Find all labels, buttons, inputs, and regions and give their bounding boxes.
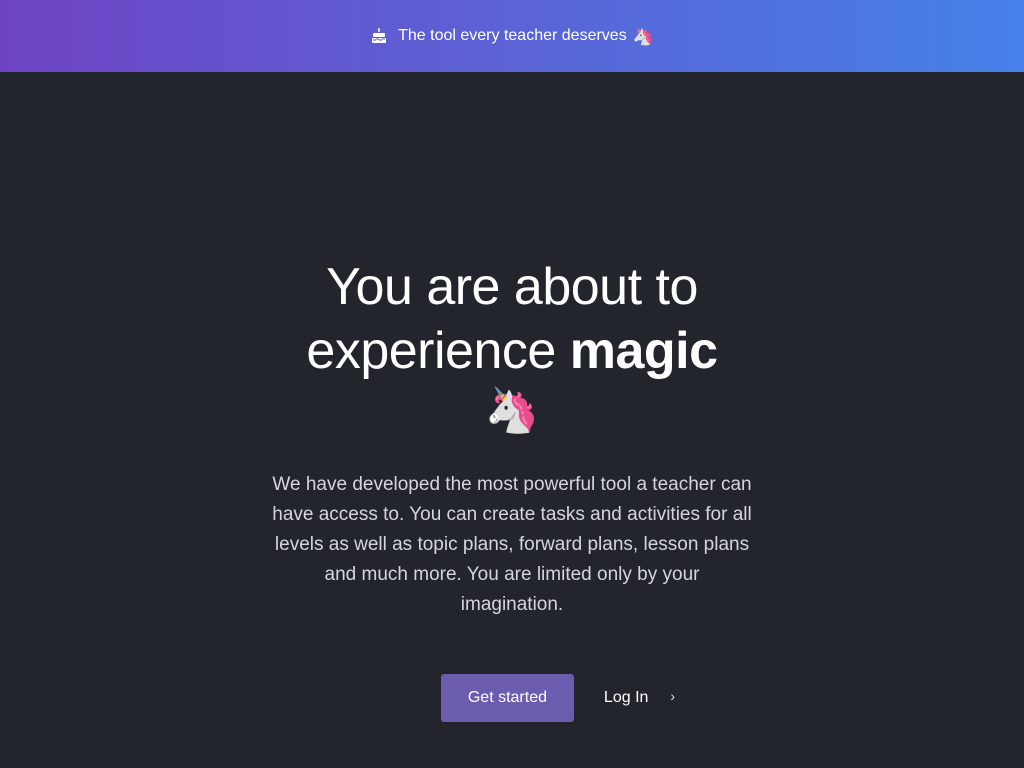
headline-emphasis: magic: [569, 322, 718, 380]
cta-group: Get started Log In ›: [0, 674, 1024, 722]
headline-line-2: experience: [306, 322, 570, 380]
page-title: You are about to experience magic 🦄: [0, 255, 1024, 439]
chevron-right-icon: ›: [670, 688, 676, 704]
unicorn-icon: 🦄: [632, 26, 654, 46]
hero-section: You are about to experience magic 🦄 We h…: [0, 72, 1024, 768]
unicorn-icon: 🦄: [484, 386, 540, 435]
announcement-banner: The tool every teacher deserves 🦄: [0, 0, 1024, 72]
hero-description: We have developed the most powerful tool…: [272, 474, 752, 615]
banner-text: The tool every teacher deserves: [398, 27, 627, 44]
log-in-label: Log In: [603, 689, 649, 706]
headline-line-1: You are about to: [326, 258, 698, 316]
get-started-button[interactable]: Get started: [440, 674, 574, 722]
log-in-button[interactable]: Log In ›: [603, 688, 676, 707]
cake-icon: [370, 27, 388, 45]
